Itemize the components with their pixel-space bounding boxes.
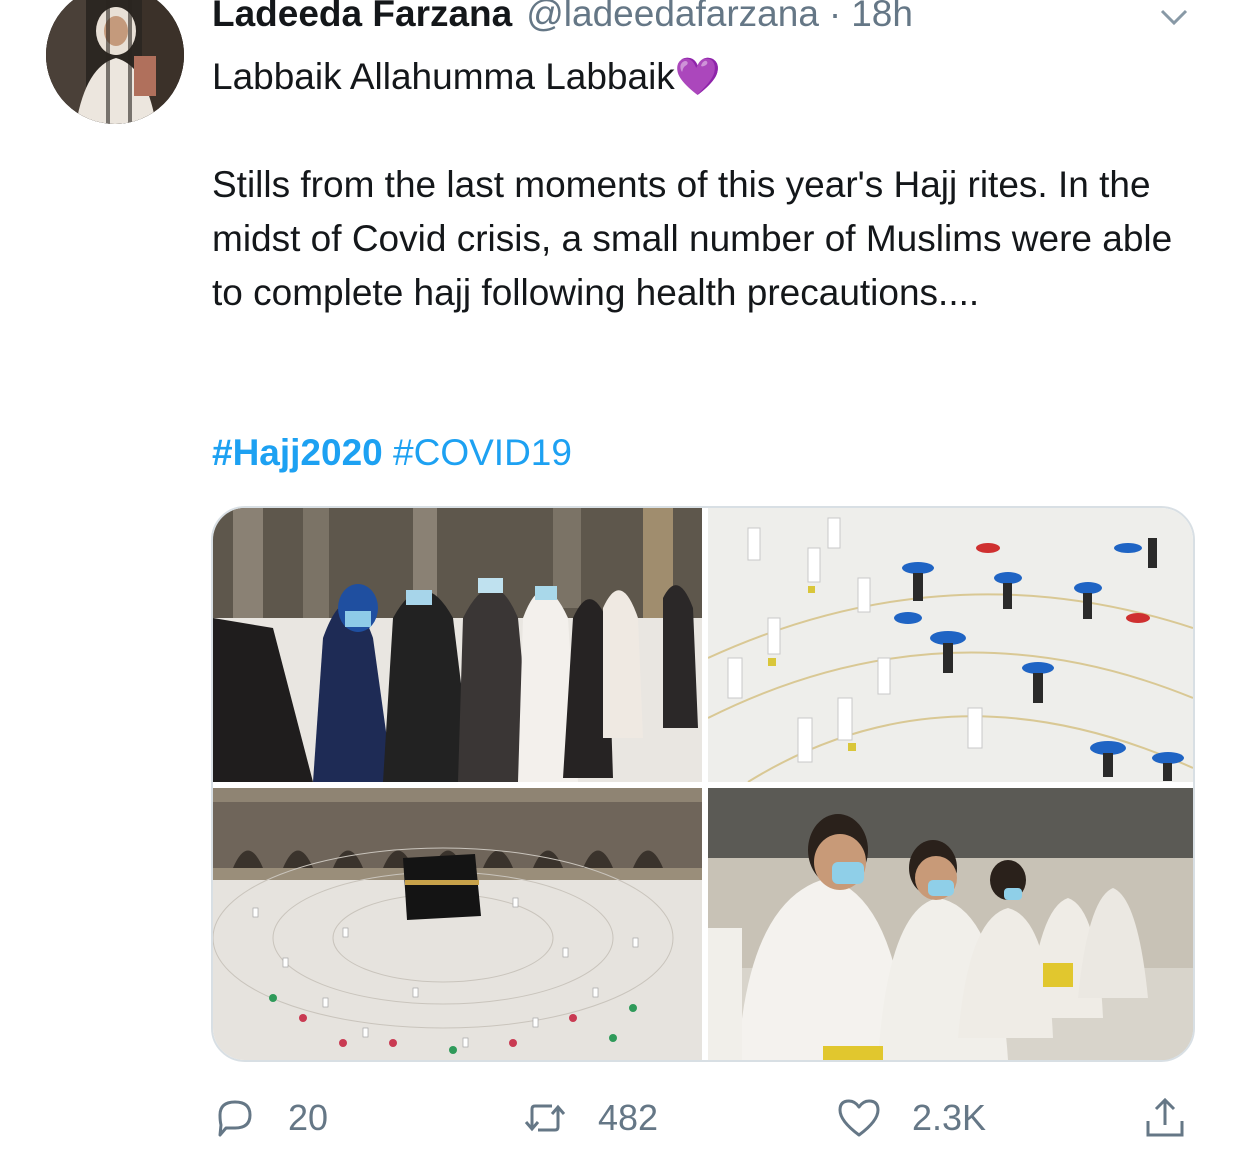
more-options-button[interactable] <box>1156 2 1192 30</box>
share-button[interactable] <box>1142 1088 1218 1148</box>
hashtag-link[interactable]: #COVID19 <box>393 432 572 473</box>
photo-image <box>213 788 702 1060</box>
separator-dot: · <box>828 0 842 34</box>
retweet-button[interactable]: 482 <box>522 1088 658 1148</box>
reply-icon <box>218 1100 252 1137</box>
media-grid <box>211 506 1195 1062</box>
media-photo-3[interactable] <box>213 788 702 1060</box>
like-button[interactable]: 2.3K <box>836 1088 986 1148</box>
share-icon <box>1146 1097 1184 1137</box>
retweet-icon <box>524 1104 566 1132</box>
author-avatar[interactable] <box>46 0 184 124</box>
photo-image <box>708 788 1193 1060</box>
hashtags: #Hajj2020 #COVID19 <box>212 426 572 480</box>
reply-count: 20 <box>288 1097 329 1138</box>
tweet-text: Labbaik Allahumma Labbaik💜 Stills from t… <box>212 50 1192 320</box>
like-count: 2.3K <box>912 1097 987 1138</box>
tweet-timestamp[interactable]: 18h <box>851 0 913 40</box>
reply-button[interactable]: 20 <box>212 1088 328 1148</box>
photo-image <box>708 508 1193 782</box>
avatar-photo <box>46 0 184 124</box>
hashtag-link[interactable]: #Hajj2020 <box>212 432 383 473</box>
photo-image <box>213 508 702 782</box>
tweet-actions: 20 482 2.3K <box>0 1088 1242 1148</box>
media-photo-4[interactable] <box>708 788 1193 1060</box>
tweet-body: Stills from the last moments of this yea… <box>212 164 1173 313</box>
user-handle[interactable]: @ladeedafarzana <box>526 0 819 40</box>
chevron-down-icon <box>1160 9 1188 26</box>
like-icon <box>838 1099 880 1137</box>
tweet-line1: Labbaik Allahumma Labbaik💜 <box>212 56 721 97</box>
display-name[interactable]: Ladeeda Farzana <box>212 0 512 40</box>
tweet-header: Ladeeda Farzana @ladeedafarzana · 18h <box>212 0 913 40</box>
retweet-count: 482 <box>598 1097 659 1138</box>
media-photo-1[interactable] <box>213 508 702 782</box>
media-photo-2[interactable] <box>708 508 1193 782</box>
